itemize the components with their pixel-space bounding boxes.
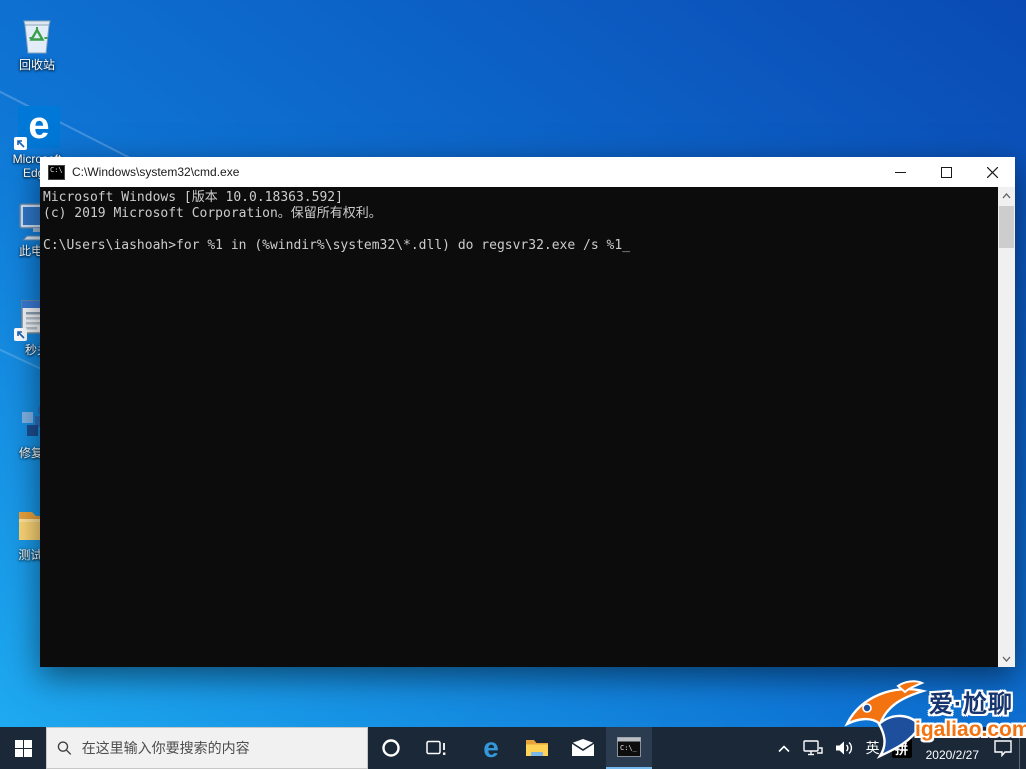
- maximize-button[interactable]: [923, 157, 969, 187]
- desktop: 回收站 e Microsoft Edge 此电脑 秒关 修复开 测试12 C:\…: [0, 0, 1026, 769]
- cortana-button[interactable]: [368, 727, 414, 769]
- taskbar-app-file-explorer[interactable]: [514, 727, 560, 769]
- tray-show-hidden-icons[interactable]: [771, 727, 797, 769]
- close-button[interactable]: [969, 157, 1015, 187]
- file-explorer-icon: [526, 740, 548, 756]
- cmd-titlebar[interactable]: C:\ C:\Windows\system32\cmd.exe: [40, 157, 1015, 187]
- shortcut-arrow-icon: [14, 137, 27, 150]
- cmd-app-icon: C:\: [48, 164, 65, 180]
- pinyin-ime-icon: 拼: [891, 738, 912, 758]
- terminal-line: Microsoft Windows [版本 10.0.18363.592]: [43, 190, 343, 205]
- scroll-up-icon[interactable]: [1002, 187, 1011, 204]
- desktop-icon-label: 回收站: [18, 58, 55, 72]
- scrollbar-thumb[interactable]: [999, 206, 1014, 248]
- search-input[interactable]: [81, 740, 357, 756]
- network-icon: [802, 740, 823, 756]
- shortcut-arrow-icon: [14, 328, 27, 341]
- clock-date: 2020/2/27: [925, 748, 979, 762]
- edge-icon: e: [483, 734, 499, 762]
- windows-logo-icon: [14, 739, 32, 757]
- minimize-button[interactable]: [877, 157, 923, 187]
- svg-text:e: e: [28, 105, 49, 147]
- tray-volume[interactable]: [829, 727, 860, 769]
- terminal-output[interactable]: Microsoft Windows [版本 10.0.18363.592] (c…: [40, 187, 1015, 667]
- terminal-line: (c) 2019 Microsoft Corporation。保留所有权利。: [43, 206, 382, 221]
- tray-ime-mode[interactable]: 拼: [886, 727, 918, 769]
- show-desktop-button[interactable]: [1019, 727, 1026, 769]
- task-view-button[interactable]: [414, 727, 460, 769]
- system-tray: 英 拼 2020/2/27: [771, 727, 1026, 769]
- taskbar-app-edge[interactable]: e: [468, 727, 514, 769]
- search-icon: [57, 741, 72, 755]
- scroll-down-icon[interactable]: [1002, 650, 1011, 667]
- task-view-icon: [426, 740, 446, 755]
- terminal-cursor: _: [622, 238, 631, 253]
- taskbar-app-cmd-active[interactable]: C:\_: [606, 727, 652, 769]
- terminal-scrollbar[interactable]: [998, 187, 1015, 667]
- svg-text:e: e: [483, 734, 499, 762]
- cortana-icon: [382, 739, 400, 757]
- action-center-button[interactable]: [987, 727, 1019, 769]
- recycle-bin-icon: [14, 10, 60, 56]
- taskbar-search-box[interactable]: [46, 727, 368, 769]
- mail-icon: [571, 739, 595, 756]
- desktop-icon-recycle-bin[interactable]: 回收站: [4, 10, 70, 72]
- svg-text:C:\_: C:\_: [620, 744, 638, 752]
- clock-time: [931, 734, 973, 748]
- taskbar-app-mail[interactable]: [560, 727, 606, 769]
- tray-ime-language[interactable]: 英: [860, 727, 886, 769]
- speaker-icon: [835, 741, 852, 755]
- watermark-title: 爱·尬聊: [929, 691, 1013, 718]
- chevron-up-icon: [778, 744, 790, 752]
- window-title: C:\Windows\system32\cmd.exe: [72, 165, 240, 179]
- start-button[interactable]: [0, 727, 46, 769]
- taskbar: e C:\_: [0, 727, 1026, 769]
- tray-network[interactable]: [797, 727, 829, 769]
- action-center-icon: [994, 740, 1012, 757]
- cmd-icon: C:\_: [617, 737, 641, 757]
- tray-clock[interactable]: 2020/2/27: [918, 727, 987, 769]
- terminal-prompt-line: C:\Users\iashoah>for %1 in (%windir%\sys…: [43, 238, 631, 253]
- edge-icon: e: [14, 104, 60, 150]
- cmd-window: C:\ C:\Windows\system32\cmd.exe Microsof…: [40, 157, 1015, 667]
